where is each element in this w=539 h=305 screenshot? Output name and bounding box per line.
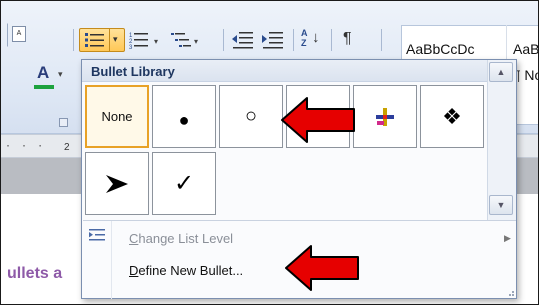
annotation-arrow-icon [281, 97, 355, 143]
numbering-button[interactable]: 1 2 3 ▾ [127, 29, 167, 51]
multilevel-list-button[interactable]: ▾ [169, 29, 205, 51]
hollow-circle-bullet-icon: ○ [244, 105, 258, 127]
bullet-option-colored-cross[interactable] [353, 85, 417, 148]
scroll-up-button[interactable]: ▲ [489, 62, 513, 82]
svg-text:▾: ▾ [194, 37, 198, 46]
ribbon-separator [73, 29, 74, 51]
ribbon-separator [381, 29, 382, 51]
bullet-option-none[interactable]: None [85, 85, 149, 148]
resize-grip-icon[interactable] [506, 288, 515, 297]
chevron-down-icon: ▼ [496, 200, 506, 210]
font-color-bar [34, 85, 54, 89]
svg-text:▾: ▾ [154, 37, 158, 46]
decrease-indent-icon [232, 32, 253, 49]
annotation-arrow-icon [285, 245, 359, 291]
change-list-level-label: hange List Level [138, 231, 234, 246]
checkmark-bullet-icon: ✓ [173, 170, 195, 197]
bullet-option-filled-circle[interactable]: ● [152, 85, 216, 148]
sort-z-label: Z [301, 38, 307, 48]
numbered-list-icon: 1 2 3 [129, 33, 148, 51]
bullet-option-arrowhead[interactable] [85, 152, 149, 215]
svg-text:3: 3 [129, 45, 133, 51]
scroll-down-button[interactable]: ▼ [489, 195, 513, 215]
chevron-up-icon: ▲ [496, 67, 506, 77]
ruler-ticks: · · · [5, 141, 46, 152]
bullet-option-diamond-cluster[interactable]: ❖ [420, 85, 484, 148]
sort-a-label: A [301, 28, 308, 38]
change-list-level-icon [89, 229, 105, 241]
sort-button[interactable]: A Z ↓ [299, 27, 327, 53]
document-heading: ullets a [7, 265, 63, 282]
bullet-library-title: Bullet Library [91, 64, 175, 79]
sort-arrow-icon: ↓ [312, 29, 320, 46]
chevron-down-icon[interactable]: ▾ [113, 34, 118, 45]
change-list-level-accelerator: C [129, 231, 139, 246]
pilcrow-icon: ¶ [343, 30, 352, 47]
style-no-spacing[interactable]: AaB [513, 41, 538, 57]
change-list-level-menu-item[interactable]: Change List Level [129, 231, 233, 246]
bullet-list-icon [85, 33, 104, 47]
decrease-indent-button[interactable] [231, 29, 255, 51]
font-dialog-launcher-icon[interactable] [59, 118, 68, 127]
none-label: None [101, 109, 133, 124]
submenu-arrow-icon: ▶ [504, 233, 511, 243]
menu-icon-column-divider [111, 221, 112, 299]
bullet-option-checkmark[interactable]: ✓ [152, 152, 216, 215]
ribbon-separator [223, 29, 224, 51]
arrowhead-bullet-icon [106, 174, 128, 193]
diamond-cluster-bullet-icon: ❖ [442, 103, 462, 129]
define-new-bullet-label: efine New Bullet... [138, 263, 244, 278]
increase-indent-button[interactable] [261, 29, 285, 51]
define-new-bullet-menu-item[interactable]: Define New Bullet... [129, 263, 243, 278]
define-new-bullet-accelerator: D [129, 263, 139, 278]
paste-special-button[interactable]: A [7, 23, 29, 47]
screenshot-frame: A A ▾ ▾ 1 2 3 ▾ ▾ A Z ↓ ¶ AaBbCcDc AaB N… [0, 0, 539, 305]
bullet-option-hollow-circle[interactable]: ○ [219, 85, 283, 148]
ruler-number: 2 [64, 142, 70, 153]
increase-indent-icon [262, 32, 283, 49]
multilevel-list-icon [171, 33, 191, 47]
font-color-dropdown-icon[interactable]: ▾ [58, 69, 63, 80]
ribbon-separator [293, 29, 294, 51]
font-color-letter: A [37, 63, 50, 82]
style-normal[interactable]: AaBbCcDc [406, 41, 474, 57]
bullets-button[interactable]: ▾ [79, 28, 125, 52]
ribbon-separator [331, 29, 332, 51]
colored-cross-bullet-icon [376, 107, 394, 126]
document-icon: A [12, 26, 26, 42]
show-formatting-marks-button[interactable]: ¶ [339, 27, 361, 53]
filled-circle-bullet-icon: ● [178, 110, 190, 130]
split-divider [109, 29, 110, 51]
dropdown-separator [83, 220, 516, 221]
